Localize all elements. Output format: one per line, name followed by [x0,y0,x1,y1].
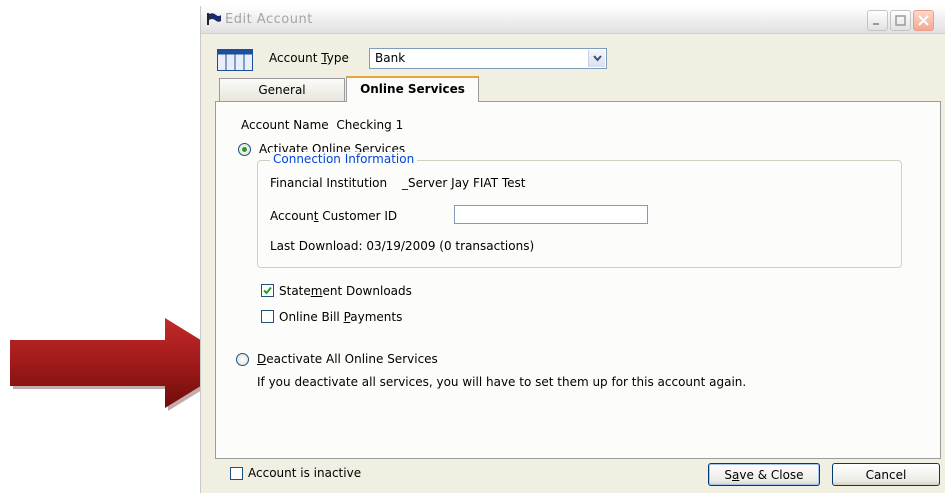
flag-icon [207,13,221,25]
account-name-row: Account Name Checking 1 [241,118,403,132]
edit-account-window: Edit Account Account Type Bank General A… [200,6,945,493]
last-download-text: Last Download: 03/19/2009 (0 transaction… [270,239,535,253]
online-bill-payments-label[interactable]: Online Bill Payments [279,310,402,324]
financial-institution-label: Financial Institution [270,176,388,190]
close-button[interactable] [913,10,934,31]
minimize-button[interactable] [867,10,888,31]
maximize-icon [895,15,906,26]
tab-online-services[interactable]: Online Services [346,76,479,102]
account-inactive-checkbox[interactable] [230,467,243,480]
deactivate-online-services-label[interactable]: Deactivate All Online Services [257,352,438,366]
deactivate-online-services-radio[interactable] [236,353,249,366]
account-customer-id-label: Account Customer ID [270,209,398,223]
connection-information-legend: Connection Information [270,152,418,166]
account-name-label: Account Name [241,118,329,132]
checkmark-icon [263,286,272,295]
account-name-value: Checking 1 [336,118,404,132]
account-customer-id-input[interactable] [454,205,648,224]
online-services-panel: Account Name Checking 1 Activate Online … [215,101,941,459]
window-title: Edit Account [225,12,313,27]
maximize-button[interactable] [890,10,911,31]
account-inactive-label[interactable]: Account is inactive [248,466,361,480]
cancel-button[interactable]: Cancel [832,463,940,486]
account-type-value: Bank [375,51,406,65]
tab-general[interactable]: General [219,78,345,101]
account-type-dropdown-button[interactable] [588,50,605,67]
account-type-label: Account Type [269,51,349,65]
account-register-icon [217,49,253,71]
account-type-select[interactable]: Bank [369,48,607,69]
statement-downloads-checkbox[interactable] [261,284,274,297]
close-icon [918,15,929,26]
online-bill-payments-checkbox[interactable] [261,310,274,323]
chevron-down-icon [593,55,602,62]
statement-downloads-label[interactable]: Statement Downloads [279,284,412,298]
save-and-close-button[interactable]: Save & Close [708,463,820,486]
deactivate-warning-text: If you deactivate all services, you will… [257,375,747,389]
activate-online-services-radio[interactable] [238,143,251,156]
connection-information-group: Connection Information Financial Institu… [257,152,902,268]
financial-institution-value: _Server Jay FIAT Test [402,176,526,190]
title-bar[interactable]: Edit Account [201,6,945,34]
minimize-icon [873,23,879,25]
